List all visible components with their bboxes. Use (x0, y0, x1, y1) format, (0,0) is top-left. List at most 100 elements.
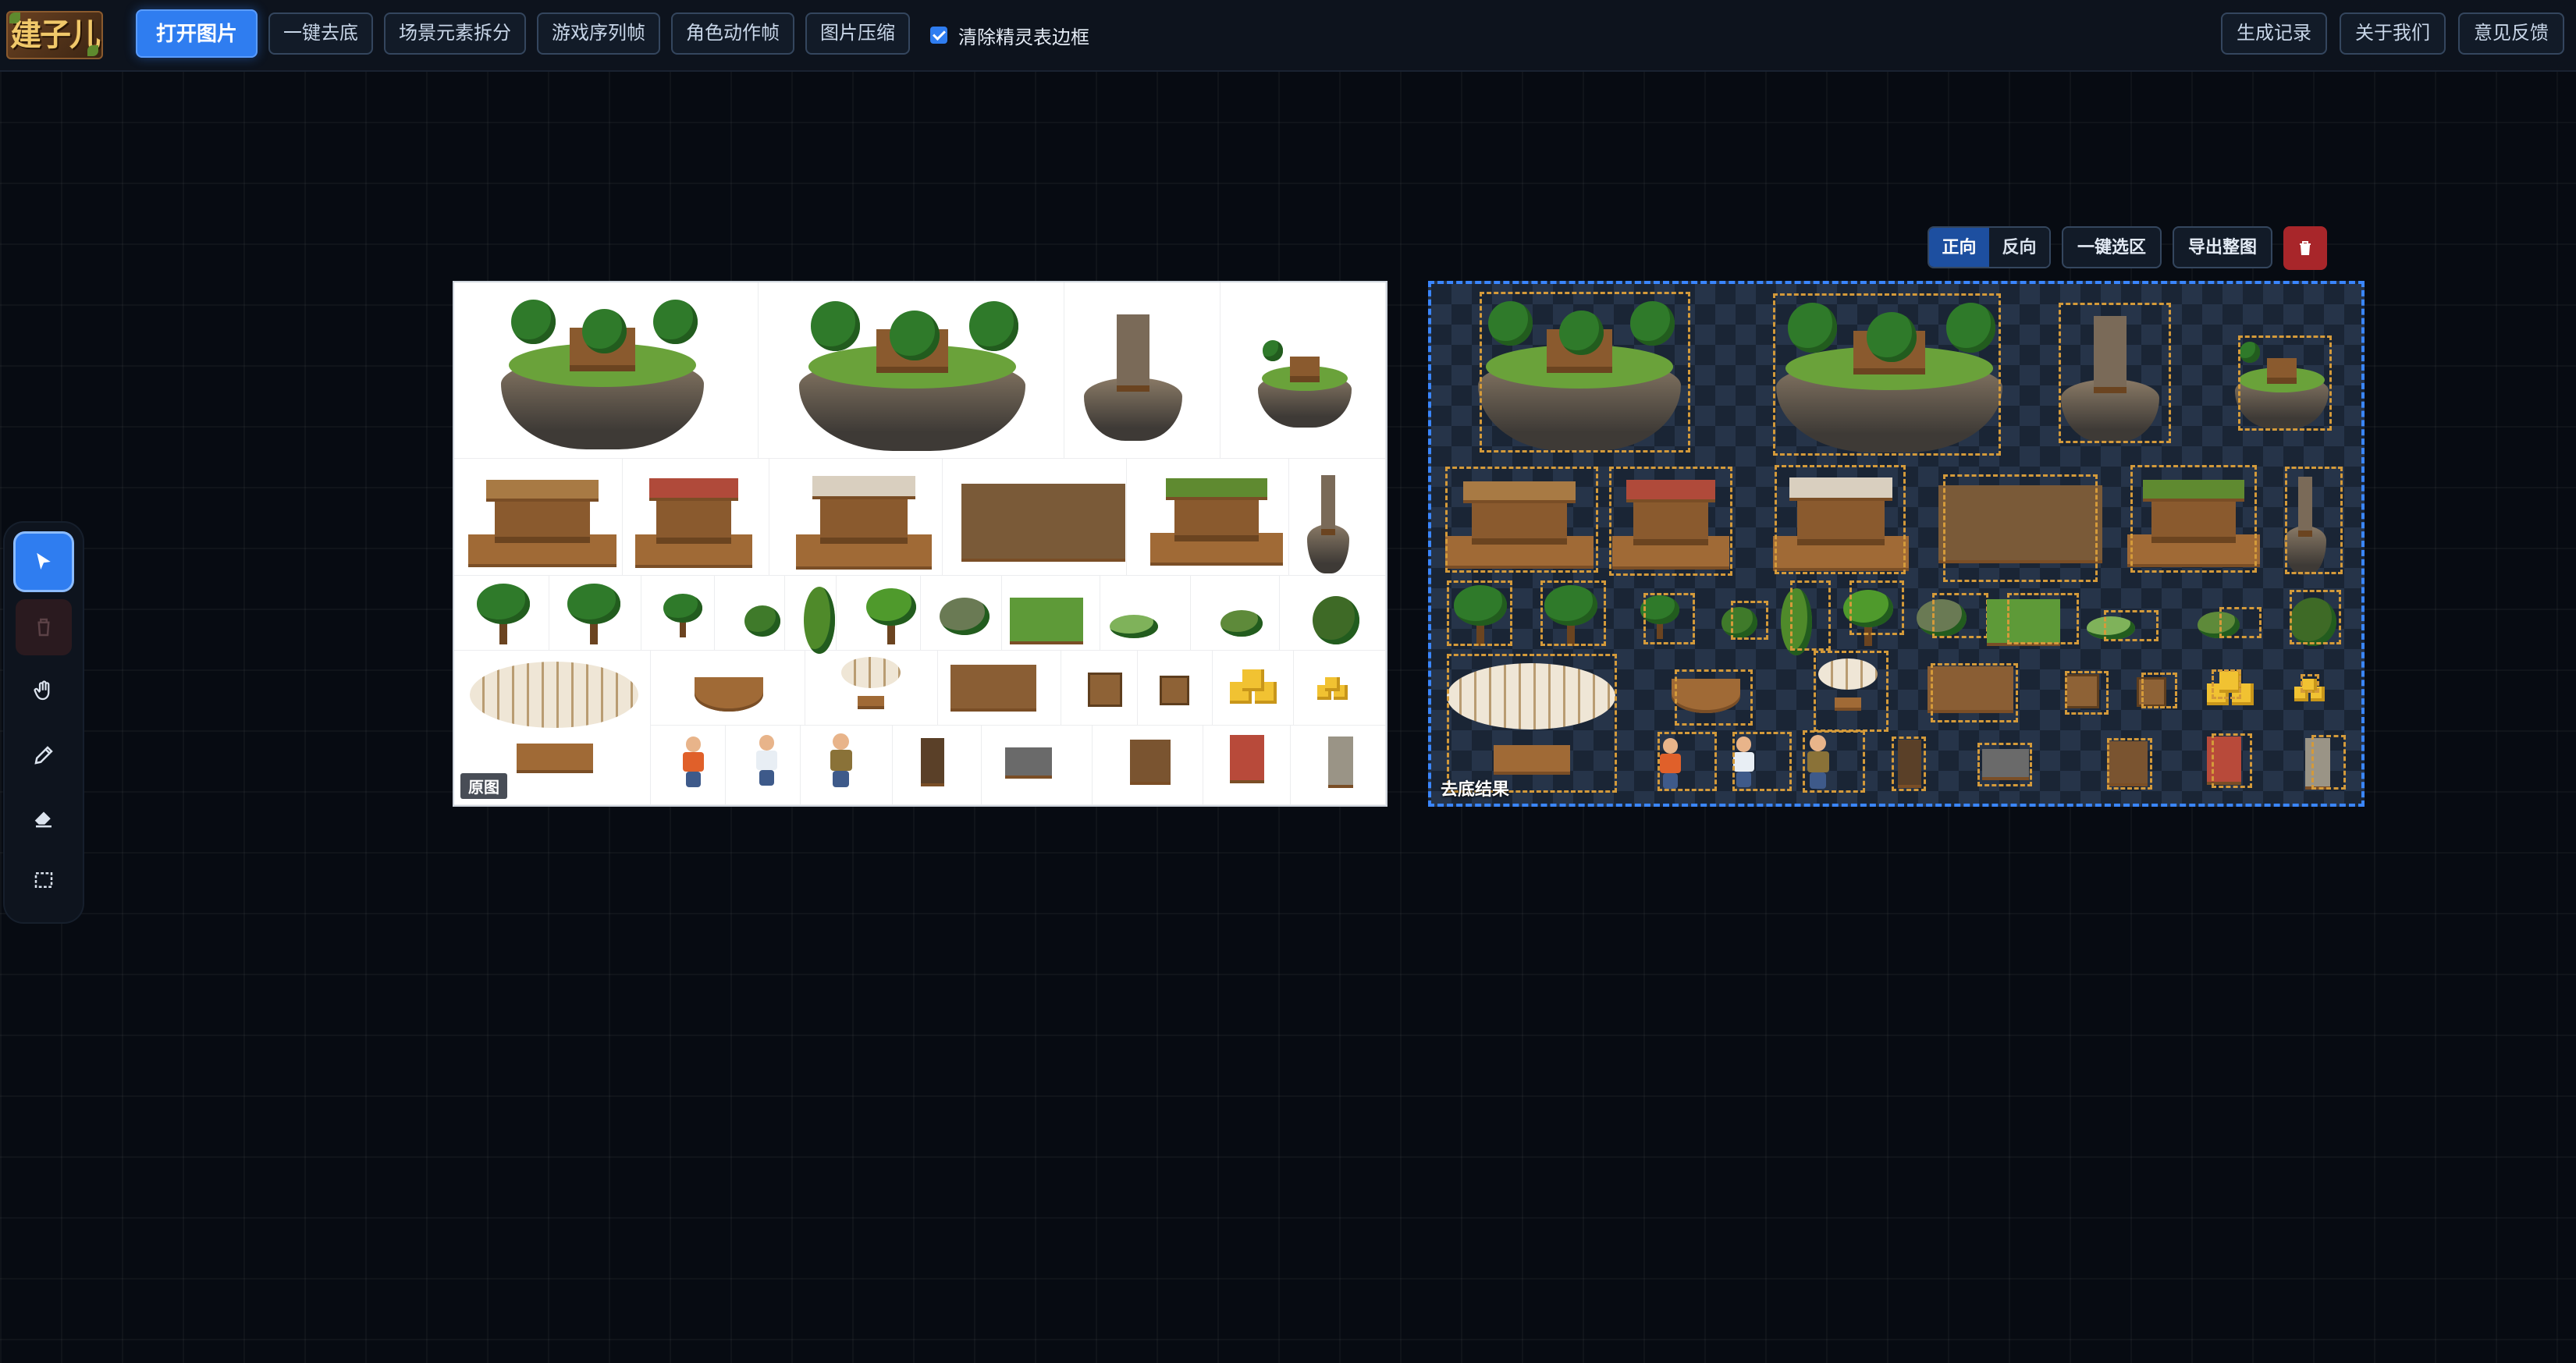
export-image-button[interactable]: 导出整图 (2173, 226, 2272, 268)
direction-forward-button[interactable]: 正向 (1929, 228, 1989, 267)
hand-icon (34, 680, 50, 701)
sprite-bush (1110, 615, 1158, 638)
marquee-tool[interactable] (16, 852, 72, 908)
selection-box[interactable] (2238, 335, 2332, 431)
tower-sprite (1321, 475, 1335, 535)
top-bar: 建子儿 打开图片 一键去底 场景元素拆分 游戏序列帧 角色动作帧 图片压缩 清除… (0, 0, 2576, 72)
sprite-cell (1100, 576, 1191, 651)
sprite-tower (1078, 307, 1188, 448)
app-logo[interactable]: 建子儿 (6, 11, 103, 59)
selection-box[interactable] (2290, 590, 2341, 644)
person-body (830, 750, 852, 771)
sprite-person (827, 733, 855, 788)
tree-canopy (663, 594, 702, 623)
selection-box[interactable] (1932, 593, 1988, 638)
sprite-small (921, 738, 944, 786)
tree-canopy (810, 301, 861, 351)
sprite-building (635, 465, 752, 577)
person-body (756, 750, 777, 770)
airship-gondola (858, 695, 885, 710)
selection-box[interactable] (2059, 303, 2171, 443)
building-wall (820, 495, 908, 544)
sprite-bush (940, 598, 990, 635)
sprite-small (1130, 740, 1171, 785)
pan-tool[interactable] (16, 663, 72, 719)
delete-button[interactable] (2283, 226, 2327, 270)
sprite-small (950, 665, 1036, 712)
clear-border-checkbox[interactable] (930, 27, 947, 44)
selection-box[interactable] (2212, 669, 2241, 699)
selection-box[interactable] (2301, 674, 2319, 693)
sprite-building (796, 462, 932, 579)
selection-box[interactable] (1790, 580, 1831, 651)
sprite-tree (560, 580, 627, 648)
remove-background-button[interactable]: 一键去底 (268, 12, 373, 55)
sprite-crate (1160, 676, 1189, 705)
selection-box[interactable] (2007, 593, 2079, 644)
selection-box[interactable] (1943, 474, 2098, 582)
selection-box[interactable] (1609, 467, 1732, 576)
tree-canopy (968, 301, 1019, 351)
game-sequence-button[interactable]: 游戏序列帧 (537, 12, 660, 55)
select-all-button[interactable]: 一键选区 (2062, 226, 2162, 268)
selection-box[interactable] (1447, 654, 1617, 793)
selection-box[interactable] (2141, 673, 2177, 708)
tree-canopy (890, 311, 940, 360)
tree-canopy (866, 588, 916, 626)
sprite-tree (659, 591, 707, 640)
selection-box[interactable] (1931, 663, 2018, 722)
sprite-crate (1088, 673, 1122, 707)
selection-box[interactable] (2285, 467, 2343, 574)
eraser-icon (34, 811, 52, 828)
selection-box[interactable] (2219, 607, 2262, 638)
selection-box[interactable] (1540, 580, 1606, 646)
history-button[interactable]: 生成记录 (2221, 12, 2327, 55)
character-action-button[interactable]: 角色动作帧 (671, 12, 794, 55)
selection-box[interactable] (2130, 465, 2257, 573)
selection-box[interactable] (1732, 732, 1792, 791)
selection-box[interactable] (1977, 743, 2032, 786)
selection-box[interactable] (1445, 467, 1598, 573)
tree-canopy (653, 300, 698, 345)
trash-icon (2300, 241, 2311, 255)
sprite-bush (1313, 596, 1359, 644)
image-compress-button[interactable]: 图片压缩 (805, 12, 910, 55)
selection-box[interactable] (1775, 465, 1906, 574)
clear-border-label[interactable]: 清除精灵表边框 (958, 22, 1089, 49)
brush-tool[interactable] (16, 727, 72, 783)
selection-box[interactable] (1803, 730, 1865, 793)
selection-box[interactable] (1849, 580, 1904, 635)
selection-box[interactable] (2104, 610, 2159, 641)
result-image-label: 去底结果 (1441, 779, 1510, 799)
selection-box[interactable] (1447, 580, 1512, 646)
direction-reverse-button[interactable]: 反向 (1989, 228, 2049, 267)
selection-box[interactable] (1675, 669, 1753, 726)
result-image-panel[interactable]: 去底结果 (1428, 281, 2365, 807)
selection-box[interactable] (2311, 735, 2346, 790)
delete-tool[interactable] (16, 599, 72, 655)
scene-split-button[interactable]: 场景元素拆分 (384, 12, 526, 55)
pointer-icon (37, 552, 51, 570)
about-button[interactable]: 关于我们 (2340, 12, 2446, 55)
building-roof (1166, 477, 1267, 500)
selection-box[interactable] (2065, 671, 2109, 715)
marquee-select-icon (34, 872, 53, 888)
clear-border-option[interactable]: 清除精灵表边框 (930, 22, 1089, 49)
selection-box[interactable] (1643, 593, 1695, 644)
sprite-gold (1230, 669, 1280, 707)
building-roof (812, 476, 916, 499)
open-image-button[interactable]: 打开图片 (136, 9, 258, 58)
building-roof (485, 479, 599, 502)
selection-box[interactable] (1480, 292, 1690, 453)
person-head (685, 737, 702, 752)
selection-box[interactable] (2107, 738, 2152, 790)
feedback-button[interactable]: 意见反馈 (2458, 12, 2564, 55)
selection-box[interactable] (1773, 293, 2001, 456)
selection-box[interactable] (1814, 651, 1888, 732)
selection-box[interactable] (1658, 732, 1717, 791)
selection-box[interactable] (1731, 601, 1768, 640)
selection-box[interactable] (1892, 737, 1926, 791)
select-tool[interactable] (16, 534, 72, 590)
selection-box[interactable] (2212, 733, 2252, 788)
eraser-tool[interactable] (16, 790, 72, 846)
